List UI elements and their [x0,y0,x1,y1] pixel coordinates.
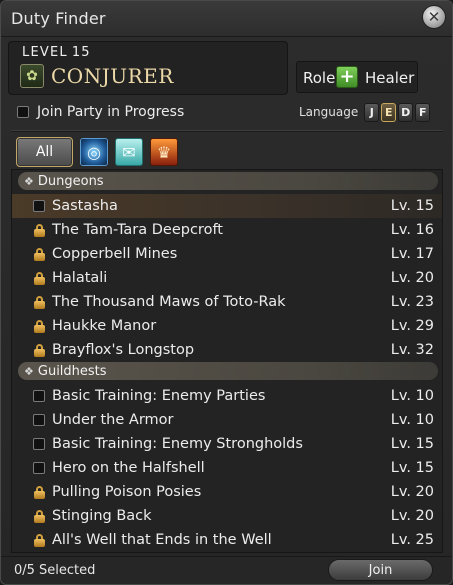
duty-name: The Thousand Maws of Toto-Rak [52,294,286,310]
duty-level: Lv. 23 [390,294,434,310]
conjurer-job-icon: ✿ [20,64,44,88]
duty-row[interactable]: Haukke Manor Lv. 29 [12,314,442,338]
duty-row[interactable]: The Tam-Tara Deepcroft Lv. 16 [12,218,442,242]
language-button-d[interactable]: D [398,102,414,122]
duty-name: Brayflox's Longstop [52,342,195,358]
selected-count: 0/5 Selected [14,563,96,578]
duty-row[interactable]: Basic Training: Enemy Strongholds Lv. 15 [12,432,442,456]
job-name: CONJURER [51,64,174,88]
duty-row[interactable]: Pulling Poison Posies Lv. 20 [12,480,442,504]
duty-level: Lv. 15 [390,198,434,214]
language-button-f[interactable]: F [415,102,431,122]
duty-level: Lv. 20 [390,484,434,500]
dungeon-filter-icon[interactable]: ◎ [80,138,108,166]
language-button-e[interactable]: E [381,102,397,122]
duty-checkbox[interactable] [33,414,45,427]
section-collapse-icon: ❖ [24,174,34,188]
duty-level: Lv. 29 [390,318,434,334]
section-collapse-icon: ❖ [24,364,34,378]
duty-name: Copperbell Mines [52,246,178,262]
lock-icon [33,296,45,309]
lock-icon [33,534,45,547]
filter-all-button[interactable]: All [16,137,73,167]
language-label: Language [299,105,359,119]
duty-level: Lv. 15 [390,460,434,476]
duty-row[interactable]: The Thousand Maws of Toto-Rak Lv. 23 [12,290,442,314]
duty-name: All's Well that Ends in the Well [52,532,272,548]
duty-level: Lv. 32 [390,342,434,358]
job-panel: LEVEL 15 ✿ CONJURER [8,41,288,95]
join-button[interactable]: Join [328,559,433,581]
duty-level: Lv. 25 [390,532,434,548]
level-label: LEVEL 15 [22,45,91,60]
duty-name: Haukke Manor [52,318,157,334]
duty-row[interactable]: Basic Training: Enemy Parties Lv. 10 [12,384,442,408]
duty-level: Lv. 17 [390,246,434,262]
lock-icon [33,272,45,285]
duty-level: Lv. 20 [390,508,434,524]
lock-icon [33,320,45,333]
footer-divider [1,556,452,557]
lock-icon [33,344,45,357]
duty-name: Stinging Back [52,508,152,524]
duty-level: Lv. 15 [390,436,434,452]
healer-role-icon: + [336,66,358,88]
lock-icon [33,510,45,523]
lock-icon [33,486,45,499]
duty-row[interactable]: Stinging Back Lv. 20 [12,504,442,528]
title-bar[interactable]: Duty Finder ✕ [1,1,452,37]
lock-icon [33,224,45,237]
section-header[interactable]: ❖ Dungeons [18,172,438,190]
duty-checkbox[interactable] [33,200,45,213]
divider [11,130,443,132]
duty-name: Sastasha [52,198,118,214]
duty-row[interactable]: Sastasha Lv. 15 [12,194,442,218]
duty-name: Basic Training: Enemy Strongholds [52,436,303,452]
section-header[interactable]: ❖ Guildhests [18,362,438,380]
duty-checkbox[interactable] [33,462,45,475]
duty-filter-bar: All ◎ ✉ ♛ [16,136,178,168]
duty-name: Basic Training: Enemy Parties [52,388,266,404]
duty-row[interactable]: Under the Armor Lv. 10 [12,408,442,432]
duty-name: The Tam-Tara Deepcroft [52,222,223,238]
duty-level: Lv. 10 [390,388,434,404]
duty-level: Lv. 20 [390,270,434,286]
role-panel: Role: + Healer [296,61,418,93]
duty-list[interactable]: ❖ Dungeons Sastasha Lv. 15 The Tam-Tara Deep… [11,169,443,553]
duty-level: Lv. 16 [390,222,434,238]
role-name: Healer [365,69,415,87]
close-icon[interactable]: ✕ [422,5,446,29]
duty-finder-window: Duty Finder ✕ LEVEL 15 ✿ CONJURER Role: +… [0,0,453,585]
language-button-j[interactable]: J [364,102,380,122]
level-text: LEVEL [22,45,68,60]
duty-name: Halatali [52,270,108,286]
language-selector: Language J E D F [299,102,432,122]
role-label: Role: [303,69,341,87]
section-title: Dungeons [37,173,104,189]
join-party-in-progress-option[interactable]: Join Party in Progress [17,103,184,121]
duty-checkbox[interactable] [33,438,45,451]
duty-level: Lv. 10 [390,412,434,428]
duty-name: Under the Armor [52,412,174,428]
section-title: Guildhests [37,363,107,379]
duty-name: Pulling Poison Posies [52,484,202,500]
duty-row[interactable]: Brayflox's Longstop Lv. 32 [12,338,442,362]
join-party-in-progress-checkbox[interactable] [17,106,29,118]
duty-row[interactable]: Hero on the Halfshell Lv. 15 [12,456,442,480]
trial-filter-icon[interactable]: ♛ [150,138,178,166]
duty-name: Hero on the Halfshell [52,460,205,476]
duty-row[interactable]: Copperbell Mines Lv. 17 [12,242,442,266]
lock-icon [33,248,45,261]
level-value: 15 [71,45,91,60]
window-title: Duty Finder [11,9,106,28]
duty-row[interactable]: All's Well that Ends in the Well Lv. 25 [12,528,442,552]
guildhest-filter-icon[interactable]: ✉ [115,138,143,166]
join-party-in-progress-label: Join Party in Progress [37,104,185,120]
duty-checkbox[interactable] [33,390,45,403]
duty-row[interactable]: Halatali Lv. 20 [12,266,442,290]
